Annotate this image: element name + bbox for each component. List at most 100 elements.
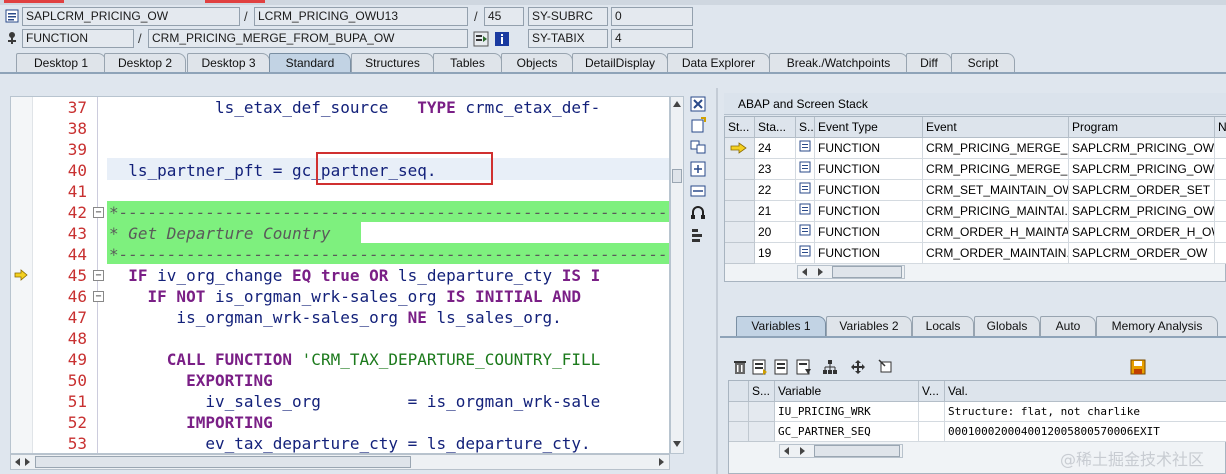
var-row-marker[interactable] [729,402,749,422]
source-code-editor[interactable]: 37 38 39 40 41 42 43 44 45 46 47 48 49 5… [10,96,670,454]
configure-icon[interactable] [690,227,706,243]
scroll-left-icon[interactable] [802,268,807,276]
hscroll-thumb[interactable] [832,266,902,278]
services-icon[interactable] [690,205,706,221]
stack-icon-cell[interactable] [796,138,815,159]
stack-col-header[interactable]: St... [725,117,755,138]
event-field[interactable]: CRM_PRICING_MERGE_FROM_BUPA_OW [148,29,468,48]
stack-row-marker[interactable] [725,222,755,243]
var-row-marker[interactable] [729,422,749,442]
hierarchy-icon[interactable] [822,359,838,375]
close-icon[interactable] [690,96,706,112]
tab-variables-1[interactable]: Variables 1 [736,316,826,336]
stack-event-type[interactable]: FUNCTION [815,159,923,180]
var-horizontal-scrollbar[interactable] [779,444,903,458]
delete-icon[interactable] [732,359,748,375]
stack-col-header[interactable]: S... [796,117,815,138]
tab-standard[interactable]: Standard [269,53,351,72]
var-col-header[interactable]: V... [919,381,945,402]
stack-program[interactable]: SAPLCRM_PRICING_OW [1069,201,1215,222]
navigate-icon[interactable] [473,31,489,47]
stack-nav-cell[interactable] [1215,201,1226,222]
line-field[interactable]: 45 [484,7,524,26]
select-icon[interactable] [878,359,894,375]
subrc-value[interactable]: 0 [611,7,693,26]
code-vertical-scrollbar[interactable] [670,96,684,454]
stack-event-type[interactable]: FUNCTION [815,201,923,222]
tab-script[interactable]: Script [951,53,1015,72]
variable-value[interactable]: 0001000200040012005800570006EXIT [945,422,1226,442]
tab-desktop-2[interactable]: Desktop 2 [104,53,186,72]
scroll-right-icon[interactable] [800,447,805,455]
stack-event[interactable]: CRM_SET_MAINTAIN_OW [923,180,1069,201]
import-icon[interactable] [752,359,768,375]
scroll-right-icon[interactable] [25,458,30,466]
var-col-header[interactable]: S... [749,381,775,402]
scroll-up-icon[interactable] [673,101,681,107]
stack-row-marker[interactable] [725,243,755,264]
var-status-cell[interactable] [749,422,775,442]
variable-name[interactable]: GC_PARTNER_SEQ [775,422,919,442]
save-icon[interactable] [1130,359,1146,375]
scroll-right-icon[interactable] [818,268,823,276]
variable-v-cell[interactable] [919,422,945,442]
tab-structures[interactable]: Structures [351,53,434,72]
stack-icon-cell[interactable] [796,159,815,180]
stack-event-type[interactable]: FUNCTION [815,138,923,159]
scroll-down-icon[interactable] [673,441,681,447]
stack-nav-cell[interactable] [1215,222,1226,243]
stack-event-type[interactable]: FUNCTION [815,243,923,264]
stack-level[interactable]: 20 [755,222,796,243]
tab-auto[interactable]: Auto [1040,316,1096,336]
stack-nav-cell[interactable] [1215,159,1226,180]
var-col-header[interactable]: Val. [945,381,1226,402]
info-icon[interactable] [494,31,510,47]
scroll-left-icon[interactable] [784,447,789,455]
stack-level[interactable]: 24 [755,138,796,159]
swap-tool-icon[interactable] [690,139,706,155]
include-field[interactable]: LCRM_PRICING_OWU13 [254,7,468,26]
variable-value[interactable]: Structure: flat, not charlike [945,402,1226,422]
stack-icon-cell[interactable] [796,201,815,222]
tab-desktop-1[interactable]: Desktop 1 [16,53,106,72]
scroll-end-icon[interactable] [659,458,664,466]
hscroll-thumb[interactable] [35,456,411,468]
tab-breakpoints[interactable]: Break./Watchpoints [769,53,908,72]
details-icon[interactable] [796,359,812,375]
stack-program[interactable]: SAPLCRM_PRICING_OW [1069,138,1215,159]
pane-divider[interactable] [716,88,718,474]
maximize-icon[interactable] [690,161,706,177]
stack-event-type[interactable]: FUNCTION [815,222,923,243]
tab-variables-2[interactable]: Variables 2 [826,316,912,336]
program-field[interactable]: SAPLCRM_PRICING_OW [22,7,240,26]
fold-toggle[interactable]: − [93,270,104,281]
scroll-left-icon[interactable] [15,458,20,466]
stack-col-header[interactable]: Sta... [755,117,796,138]
stack-level[interactable]: 21 [755,201,796,222]
move-icon[interactable] [850,359,866,375]
tab-memory-analysis[interactable]: Memory Analysis [1096,316,1218,336]
stack-program[interactable]: SAPLCRM_ORDER_H_OW [1069,222,1215,243]
scroll-thumb[interactable] [672,169,682,183]
tab-locals[interactable]: Locals [912,316,974,336]
stack-event-type[interactable]: FUNCTION [815,180,923,201]
variable-v-cell[interactable] [919,402,945,422]
stack-row-marker[interactable] [725,201,755,222]
stack-horizontal-scrollbar[interactable] [797,265,905,279]
stack-icon-cell[interactable] [796,180,815,201]
stack-col-header[interactable]: Program [1069,117,1215,138]
tab-tables[interactable]: Tables [433,53,502,72]
stack-col-header[interactable]: Event [923,117,1069,138]
stack-event[interactable]: CRM_PRICING_MERGE_F... [923,138,1069,159]
stack-col-header[interactable]: Event Type [815,117,923,138]
new-tool-icon[interactable] [690,117,706,133]
stack-event[interactable]: CRM_PRICING_MERGE_M... [923,159,1069,180]
stack-level[interactable]: 23 [755,159,796,180]
hscroll-thumb[interactable] [814,445,900,457]
tab-objects[interactable]: Objects [501,53,573,72]
var-col-header[interactable]: Variable [775,381,919,402]
stack-program[interactable]: SAPLCRM_ORDER_SET [1069,180,1215,201]
stack-program[interactable]: SAPLCRM_PRICING_OW [1069,159,1215,180]
var-status-cell[interactable] [749,402,775,422]
stack-event[interactable]: CRM_PRICING_MAINTAI... [923,201,1069,222]
